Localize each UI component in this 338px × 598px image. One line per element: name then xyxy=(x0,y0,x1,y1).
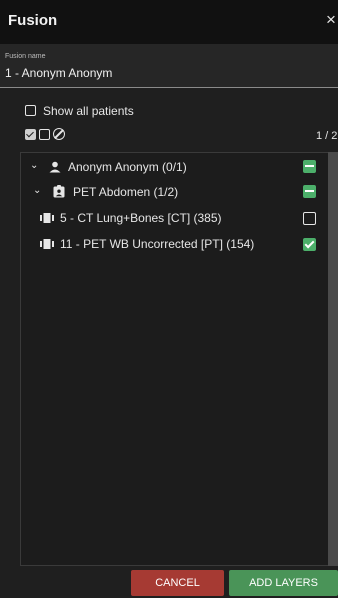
select-none-icon[interactable] xyxy=(39,129,50,140)
fusion-name-field[interactable]: Fusion name 1 - Anonym Anonym xyxy=(0,44,338,88)
dialog-titlebar: Fusion × xyxy=(0,0,338,44)
tree-row-checkbox[interactable] xyxy=(303,185,316,198)
show-all-patients-checkbox[interactable] xyxy=(25,105,36,116)
dialog-title: Fusion xyxy=(8,12,58,29)
show-all-patients-label[interactable]: Show all patients xyxy=(43,104,134,118)
add-layers-button[interactable]: ADD LAYERS xyxy=(229,570,338,596)
study-badge-icon xyxy=(53,185,65,198)
close-icon[interactable]: × xyxy=(326,11,336,29)
person-icon xyxy=(49,161,61,173)
cancel-button[interactable]: CANCEL xyxy=(131,570,224,596)
selection-count: 1 / 2 xyxy=(316,130,338,142)
chevron-down-icon[interactable]: ⌄ xyxy=(33,185,41,196)
select-all-icon[interactable] xyxy=(25,129,36,140)
fusion-name-label: Fusion name xyxy=(5,53,46,60)
tree-scrollbar[interactable] xyxy=(328,152,338,566)
tree-row-label: 5 - CT Lung+Bones [CT] (385) xyxy=(60,211,222,225)
tree-row-label: 11 - PET WB Uncorrected [PT] (154) xyxy=(60,237,255,251)
tree-row-checkbox[interactable] xyxy=(303,238,316,251)
chevron-down-icon[interactable]: ⌄ xyxy=(30,160,38,171)
fusion-name-input[interactable]: 1 - Anonym Anonym xyxy=(5,66,112,80)
tree-row-study[interactable]: ⌄ PET Abdomen (1/2) xyxy=(33,183,328,203)
tree-row-series[interactable]: 5 - CT Lung+Bones [CT] (385) xyxy=(40,209,328,229)
tree-row-patient[interactable]: ⌄ Anonym Anonym (0/1) xyxy=(30,158,328,178)
tree-row-checkbox[interactable] xyxy=(303,212,316,225)
series-icon xyxy=(40,239,54,249)
tree-row-series[interactable]: 11 - PET WB Uncorrected [PT] (154) xyxy=(40,235,328,255)
tree-row-checkbox[interactable] xyxy=(303,160,316,173)
tree-row-label: Anonym Anonym (0/1) xyxy=(68,160,187,174)
deselect-icon[interactable] xyxy=(53,128,65,140)
tree-row-label: PET Abdomen (1/2) xyxy=(73,185,179,199)
series-icon xyxy=(40,213,54,223)
